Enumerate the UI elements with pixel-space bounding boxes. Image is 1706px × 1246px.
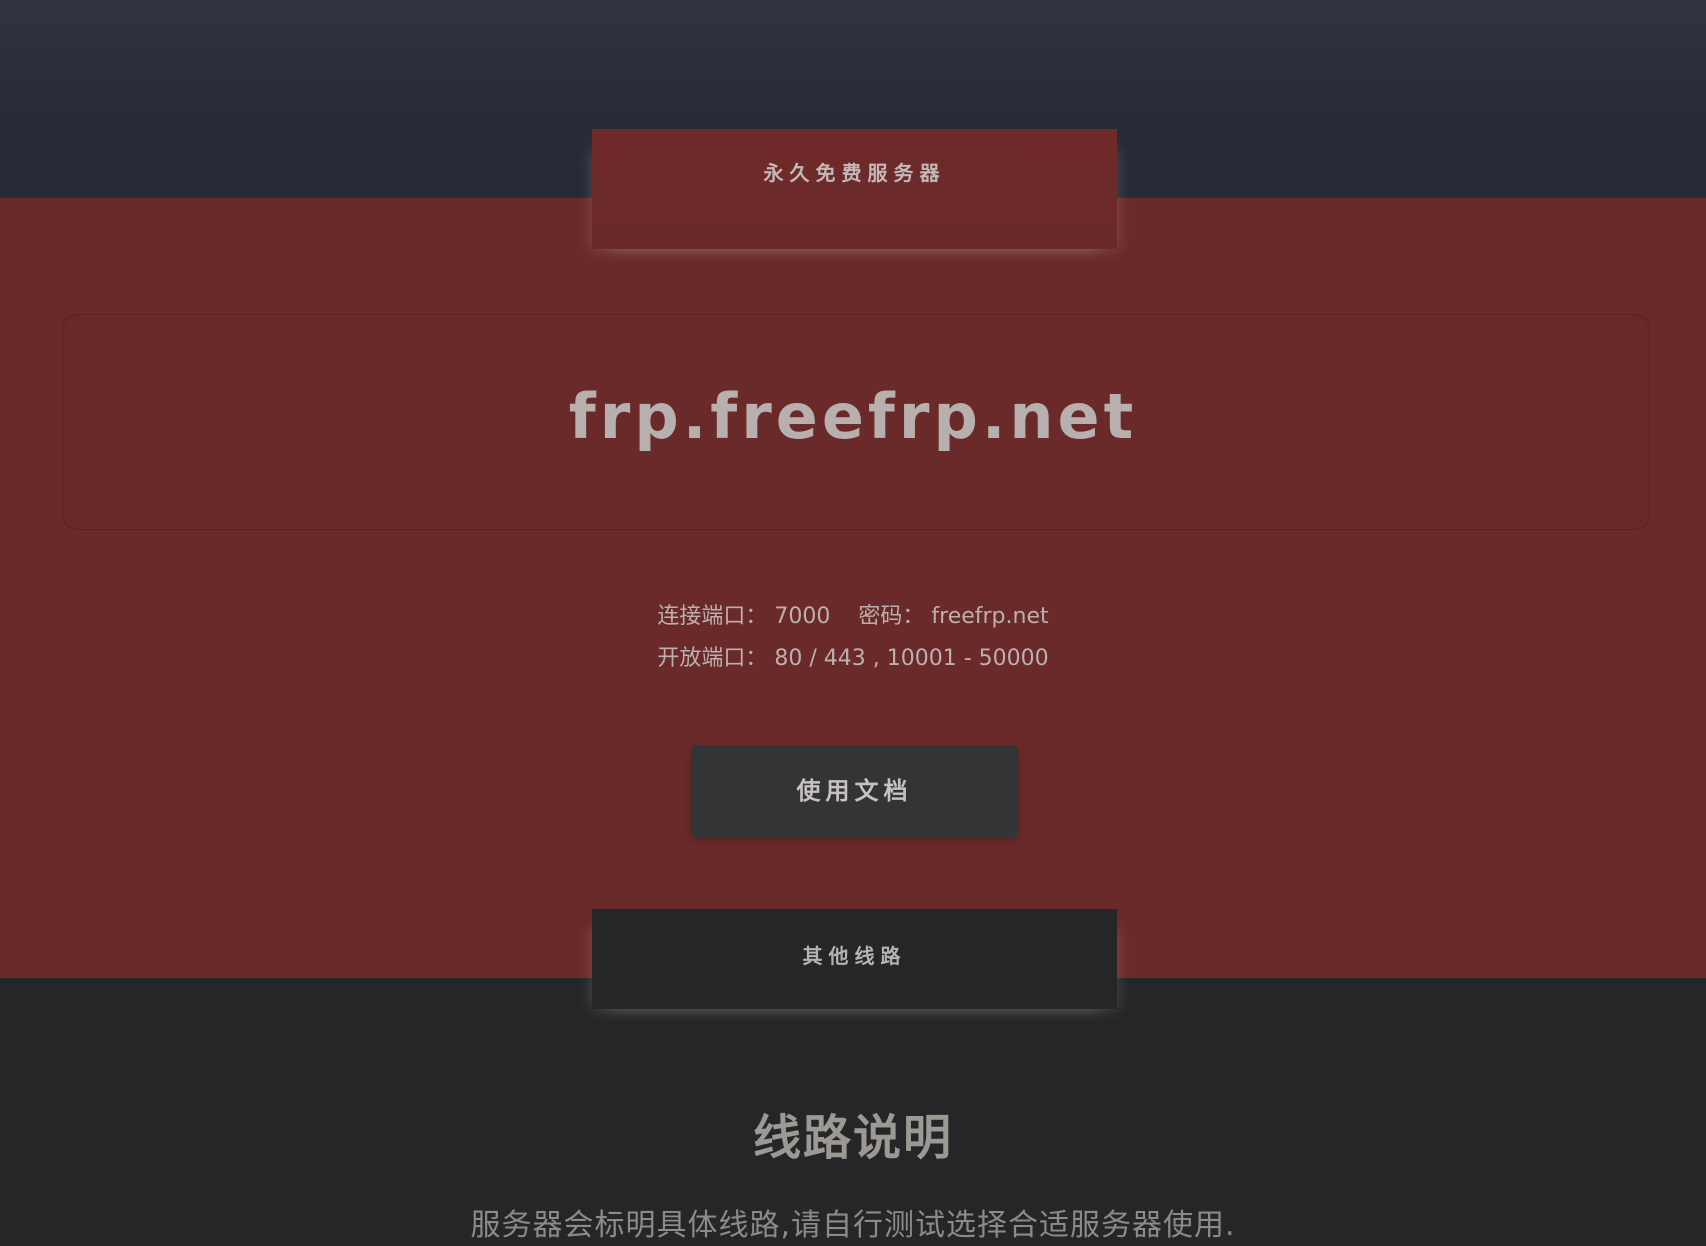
open-ports-value: 80 / 443 , 10001 - 50000 xyxy=(774,646,1049,671)
open-ports-label: 开放端口： xyxy=(657,646,768,671)
tab-other-routes[interactable]: 其他线路 xyxy=(592,909,1117,1009)
page: 永久免费服务器 frp.freefrp.net 连接端口： 7000 密码： f… xyxy=(0,0,1706,1246)
connect-port-label: 连接端口： xyxy=(657,604,768,629)
password-value: freefrp.net xyxy=(931,604,1049,629)
password-label: 密码： xyxy=(858,604,925,629)
tab-other-routes-label: 其他线路 xyxy=(802,944,907,968)
connect-info: 连接端口： 7000 密码： freefrp.net xyxy=(0,598,1706,630)
tab-free-servers-label: 永久免费服务器 xyxy=(763,161,946,185)
routes-title: 线路说明 xyxy=(752,1110,953,1166)
connect-port-value: 7000 xyxy=(774,604,831,629)
server-domain: frp.freefrp.net xyxy=(568,380,1138,453)
open-ports-info: 开放端口： 80 / 443 , 10001 - 50000 xyxy=(0,640,1706,672)
docs-button[interactable]: 使用文档 xyxy=(691,745,1018,838)
routes-description: 服务器会标明具体线路,请自行测试选择合适服务器使用. xyxy=(470,1208,1236,1243)
tab-free-servers[interactable]: 永久免费服务器 xyxy=(592,129,1117,249)
